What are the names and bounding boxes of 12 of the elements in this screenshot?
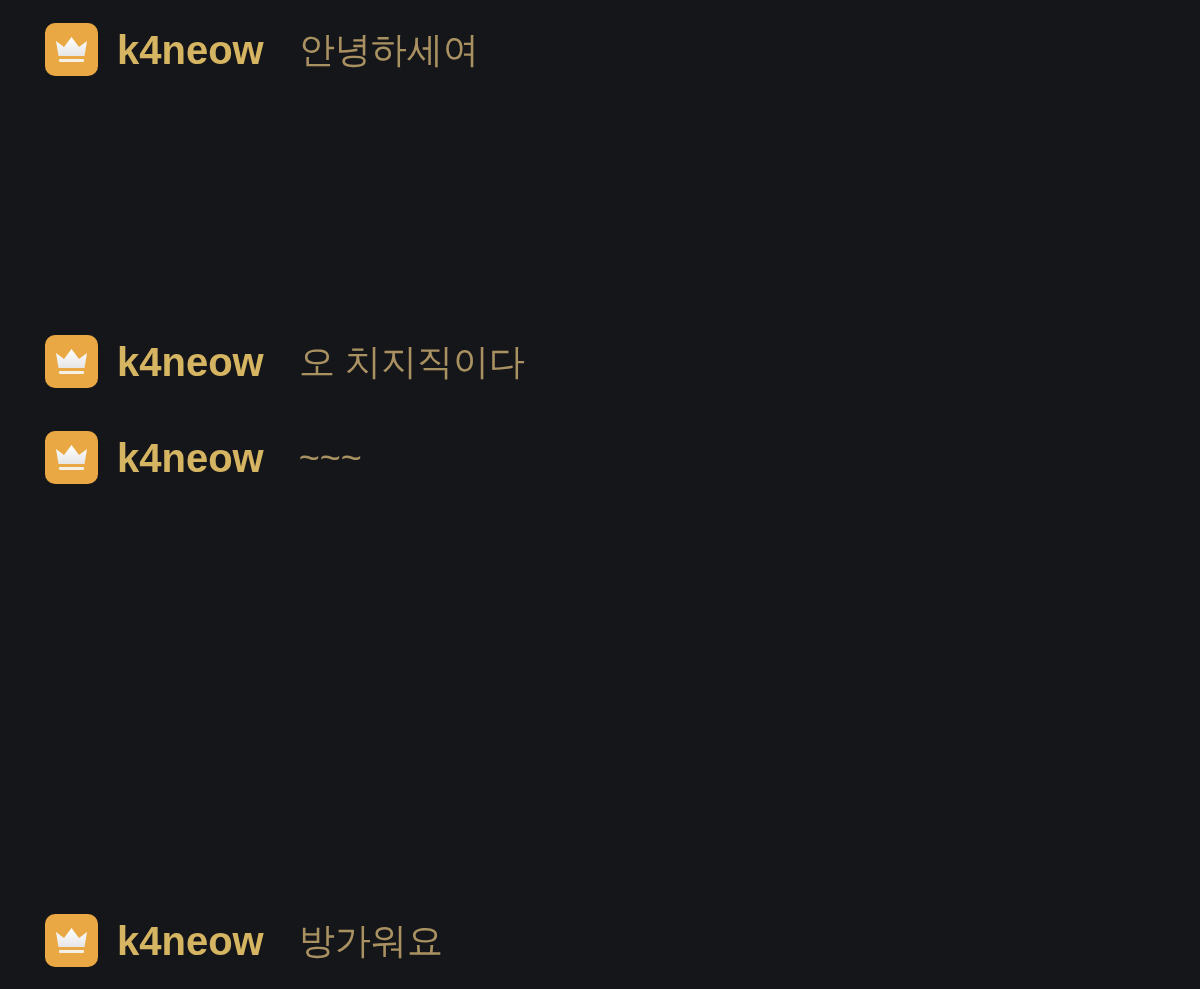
chat-message: 안녕하세여 [298,31,479,68]
username: k4neow [117,920,264,961]
chat-message: 방가워요 [298,922,443,959]
chat-message: 오 치지직이다 [298,343,525,380]
username: k4neow [117,437,264,478]
crown-badge-icon [45,914,98,967]
username: k4neow [117,29,264,70]
username: k4neow [117,341,264,382]
crown-badge-icon [45,23,98,76]
chat-message: ~~~ [298,439,362,476]
crown-badge-icon [45,335,98,388]
crown-badge-icon [45,431,98,484]
